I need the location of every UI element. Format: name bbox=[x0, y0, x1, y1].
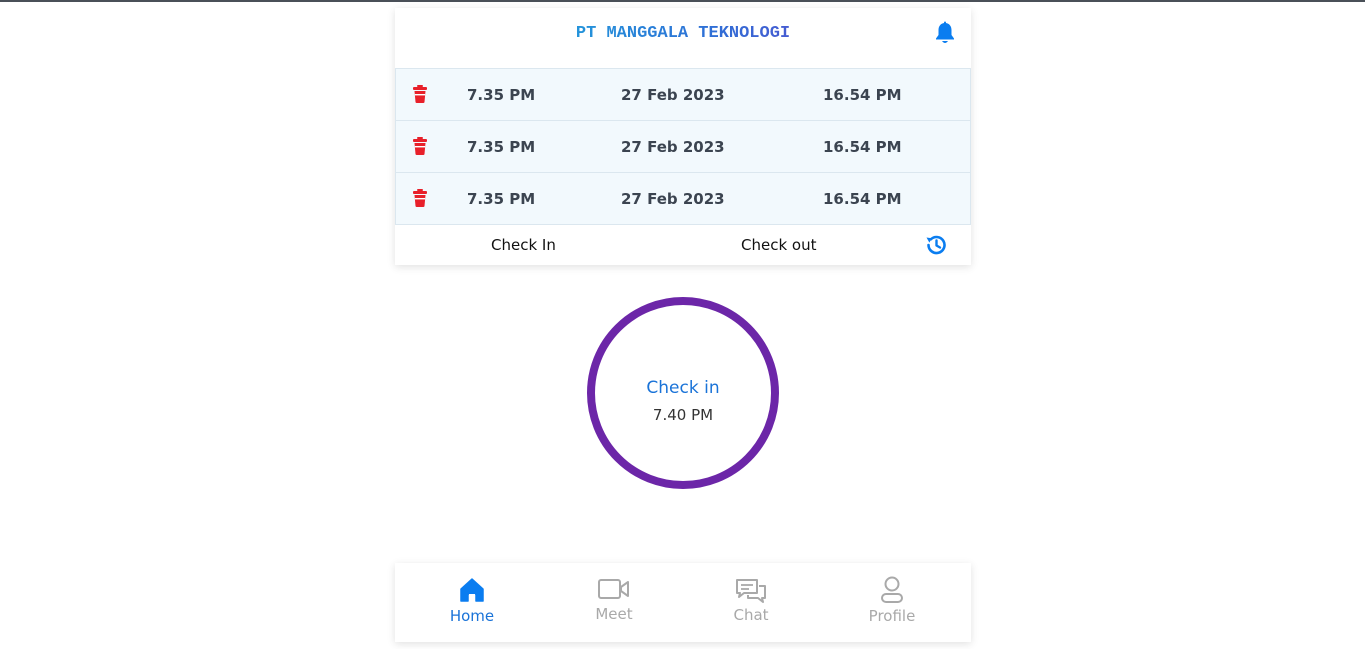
bottom-nav: Home Meet Chat Profile bbox=[395, 563, 971, 642]
video-camera-icon bbox=[598, 578, 630, 604]
check-in-title: Check in bbox=[646, 378, 720, 398]
nav-item-chat[interactable]: Chat bbox=[679, 563, 823, 642]
table-row: 7.35 PM 27 Feb 2023 16.54 PM bbox=[395, 68, 971, 120]
check-in-time: 7.35 PM bbox=[467, 86, 536, 104]
nav-item-meet[interactable]: Meet bbox=[542, 563, 686, 642]
brand-title: PT MANGGALA TEKNOLOGI bbox=[395, 24, 971, 43]
check-in-label: Check In bbox=[491, 236, 556, 254]
attendance-list: 7.35 PM 27 Feb 2023 16.54 PM 7.35 PM 27 … bbox=[395, 68, 971, 225]
nav-label-chat: Chat bbox=[733, 606, 769, 624]
check-in-time: 7.35 PM bbox=[467, 190, 536, 208]
attendance-card: PT MANGGALA TEKNOLOGI 7.35 PM 27 Feb 202… bbox=[395, 8, 971, 265]
nav-label-home: Home bbox=[449, 607, 495, 625]
nav-item-profile[interactable]: Profile bbox=[820, 563, 964, 642]
home-icon bbox=[459, 577, 485, 607]
attendance-date: 27 Feb 2023 bbox=[621, 190, 725, 208]
chat-icon bbox=[735, 578, 767, 608]
attendance-date: 27 Feb 2023 bbox=[621, 86, 725, 104]
attendance-date: 27 Feb 2023 bbox=[621, 138, 725, 156]
check-in-time-display: 7.40 PM bbox=[652, 406, 714, 424]
check-in-time: 7.35 PM bbox=[467, 138, 536, 156]
table-row: 7.35 PM 27 Feb 2023 16.54 PM bbox=[395, 172, 971, 225]
app-header: PT MANGGALA TEKNOLOGI bbox=[395, 8, 971, 68]
table-row: 7.35 PM 27 Feb 2023 16.54 PM bbox=[395, 120, 971, 172]
check-out-time: 16.54 PM bbox=[823, 190, 902, 208]
check-out-time: 16.54 PM bbox=[823, 138, 902, 156]
nav-item-home[interactable]: Home bbox=[400, 563, 544, 642]
check-out-label: Check out bbox=[741, 236, 817, 254]
user-icon bbox=[880, 576, 904, 608]
trash-icon[interactable] bbox=[413, 189, 427, 207]
check-in-button[interactable]: Check in 7.40 PM bbox=[587, 297, 779, 489]
column-labels: Check In Check out bbox=[395, 225, 971, 265]
nav-label-meet: Meet bbox=[595, 605, 633, 623]
nav-label-profile: Profile bbox=[868, 607, 916, 625]
history-icon[interactable] bbox=[924, 233, 948, 257]
check-out-time: 16.54 PM bbox=[823, 86, 902, 104]
trash-icon[interactable] bbox=[413, 85, 427, 103]
window-top-border bbox=[0, 0, 1365, 2]
trash-icon[interactable] bbox=[413, 137, 427, 155]
bell-icon[interactable] bbox=[934, 21, 956, 45]
